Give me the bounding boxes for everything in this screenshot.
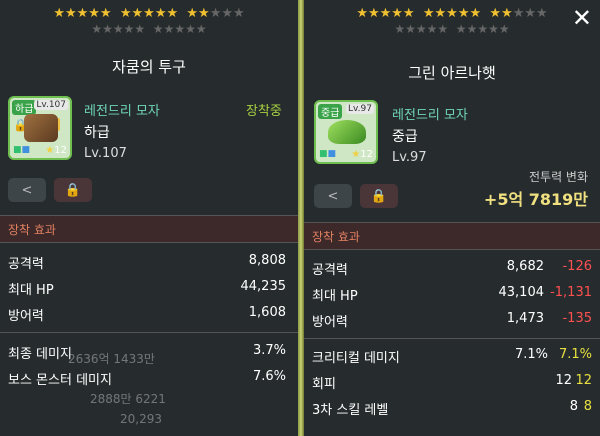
right-item-panel: ★★★★★ ★★★★★ ★★★★★ ★★★★★ ★★★★★ ✕ 그린 아르나햇 … <box>304 0 600 436</box>
background-text: 2888만 6221 <box>90 392 166 406</box>
item-rarity-name: 레전드리 모자 <box>84 104 160 119</box>
item-rarity-name: 레전드리 모자 <box>392 108 468 123</box>
grade-badge: 하급 <box>12 100 37 115</box>
stat-row: 방어력 1,608 <box>8 305 286 324</box>
starforce-stars-row1: ★★★★★ ★★★★★ ★★★★★ <box>53 6 245 21</box>
stat-row: 회피 12 12 <box>312 373 592 392</box>
stat-row: 최대 HP 44,235 <box>8 279 286 298</box>
star-level: ★12 <box>45 145 67 156</box>
grade-text: 하급 <box>84 125 110 141</box>
level-badge: Lv.97 <box>346 104 374 114</box>
stat-row: 보스 몬스터 데미지 7.6% <box>8 369 286 388</box>
star-level: ★12 <box>351 149 373 160</box>
starforce-stars-row2: ★★★★★ ★★★★★ <box>91 22 207 36</box>
combat-power-change: +5억 7819만 <box>483 190 588 209</box>
item-title: 그린 아르나햇 <box>408 64 496 82</box>
stat-row: 3차 스킬 레벨 8 8 <box>312 399 592 418</box>
section-header: 장착 효과 <box>304 222 600 250</box>
lock-icon: 🔒 <box>64 182 82 198</box>
item-icon-box: 하급 Lv.107 🔒 E ■■ ★12 <box>8 96 72 160</box>
background-text: 20,293 <box>120 412 162 426</box>
grade-text: 중급 <box>392 129 418 145</box>
share-button[interactable]: < <box>8 178 46 202</box>
grade-badge: 중급 <box>318 104 343 119</box>
divider <box>0 332 298 333</box>
helmet-icon <box>24 114 58 142</box>
share-icon: < <box>327 188 339 204</box>
item-icon-box: 중급 Lv.97 ■■ ★12 <box>314 100 378 164</box>
starforce-stars-row1: ★★★★★ ★★★★★ ★★★★★ <box>356 6 548 21</box>
close-icon: ✕ <box>571 4 592 32</box>
stat-row: 최종 데미지 3.7% <box>8 343 286 362</box>
equipped-status: 장착중 <box>246 104 282 119</box>
divider <box>304 338 600 339</box>
starforce-stars-row2: ★★★★★ ★★★★★ <box>394 22 510 36</box>
share-icon: < <box>21 182 33 198</box>
level-text: Lv.97 <box>392 150 427 165</box>
potential-squares-icon: ■■ <box>13 145 31 155</box>
lock-button[interactable]: 🔒 <box>54 178 92 202</box>
stat-row: 크리티컬 데미지 7.1% 7.1% <box>312 347 592 366</box>
item-title: 자쿰의 투구 <box>112 58 186 76</box>
lock-button[interactable]: 🔒 <box>360 184 398 208</box>
hat-icon <box>328 120 366 144</box>
lock-icon: 🔒 <box>370 188 388 204</box>
potential-squares-icon: ■■ <box>319 149 337 159</box>
level-badge: Lv.107 <box>34 100 68 110</box>
left-item-panel: ★★★★★ ★★★★★ ★★★★★ ★★★★★ ★★★★★ 자쿰의 투구 하급 … <box>0 0 298 436</box>
combat-power-label: 전투력 변화 <box>528 170 588 184</box>
stat-row: 공격력 8,682 -126 <box>312 259 592 278</box>
close-button[interactable]: ✕ <box>572 6 592 30</box>
level-text: Lv.107 <box>84 146 127 161</box>
share-button[interactable]: < <box>314 184 352 208</box>
section-header: 장착 효과 <box>0 215 298 243</box>
stat-row: 최대 HP 43,104 -1,131 <box>312 285 592 304</box>
stat-row: 공격력 8,808 <box>8 253 286 272</box>
stat-row: 방어력 1,473 -135 <box>312 311 592 330</box>
